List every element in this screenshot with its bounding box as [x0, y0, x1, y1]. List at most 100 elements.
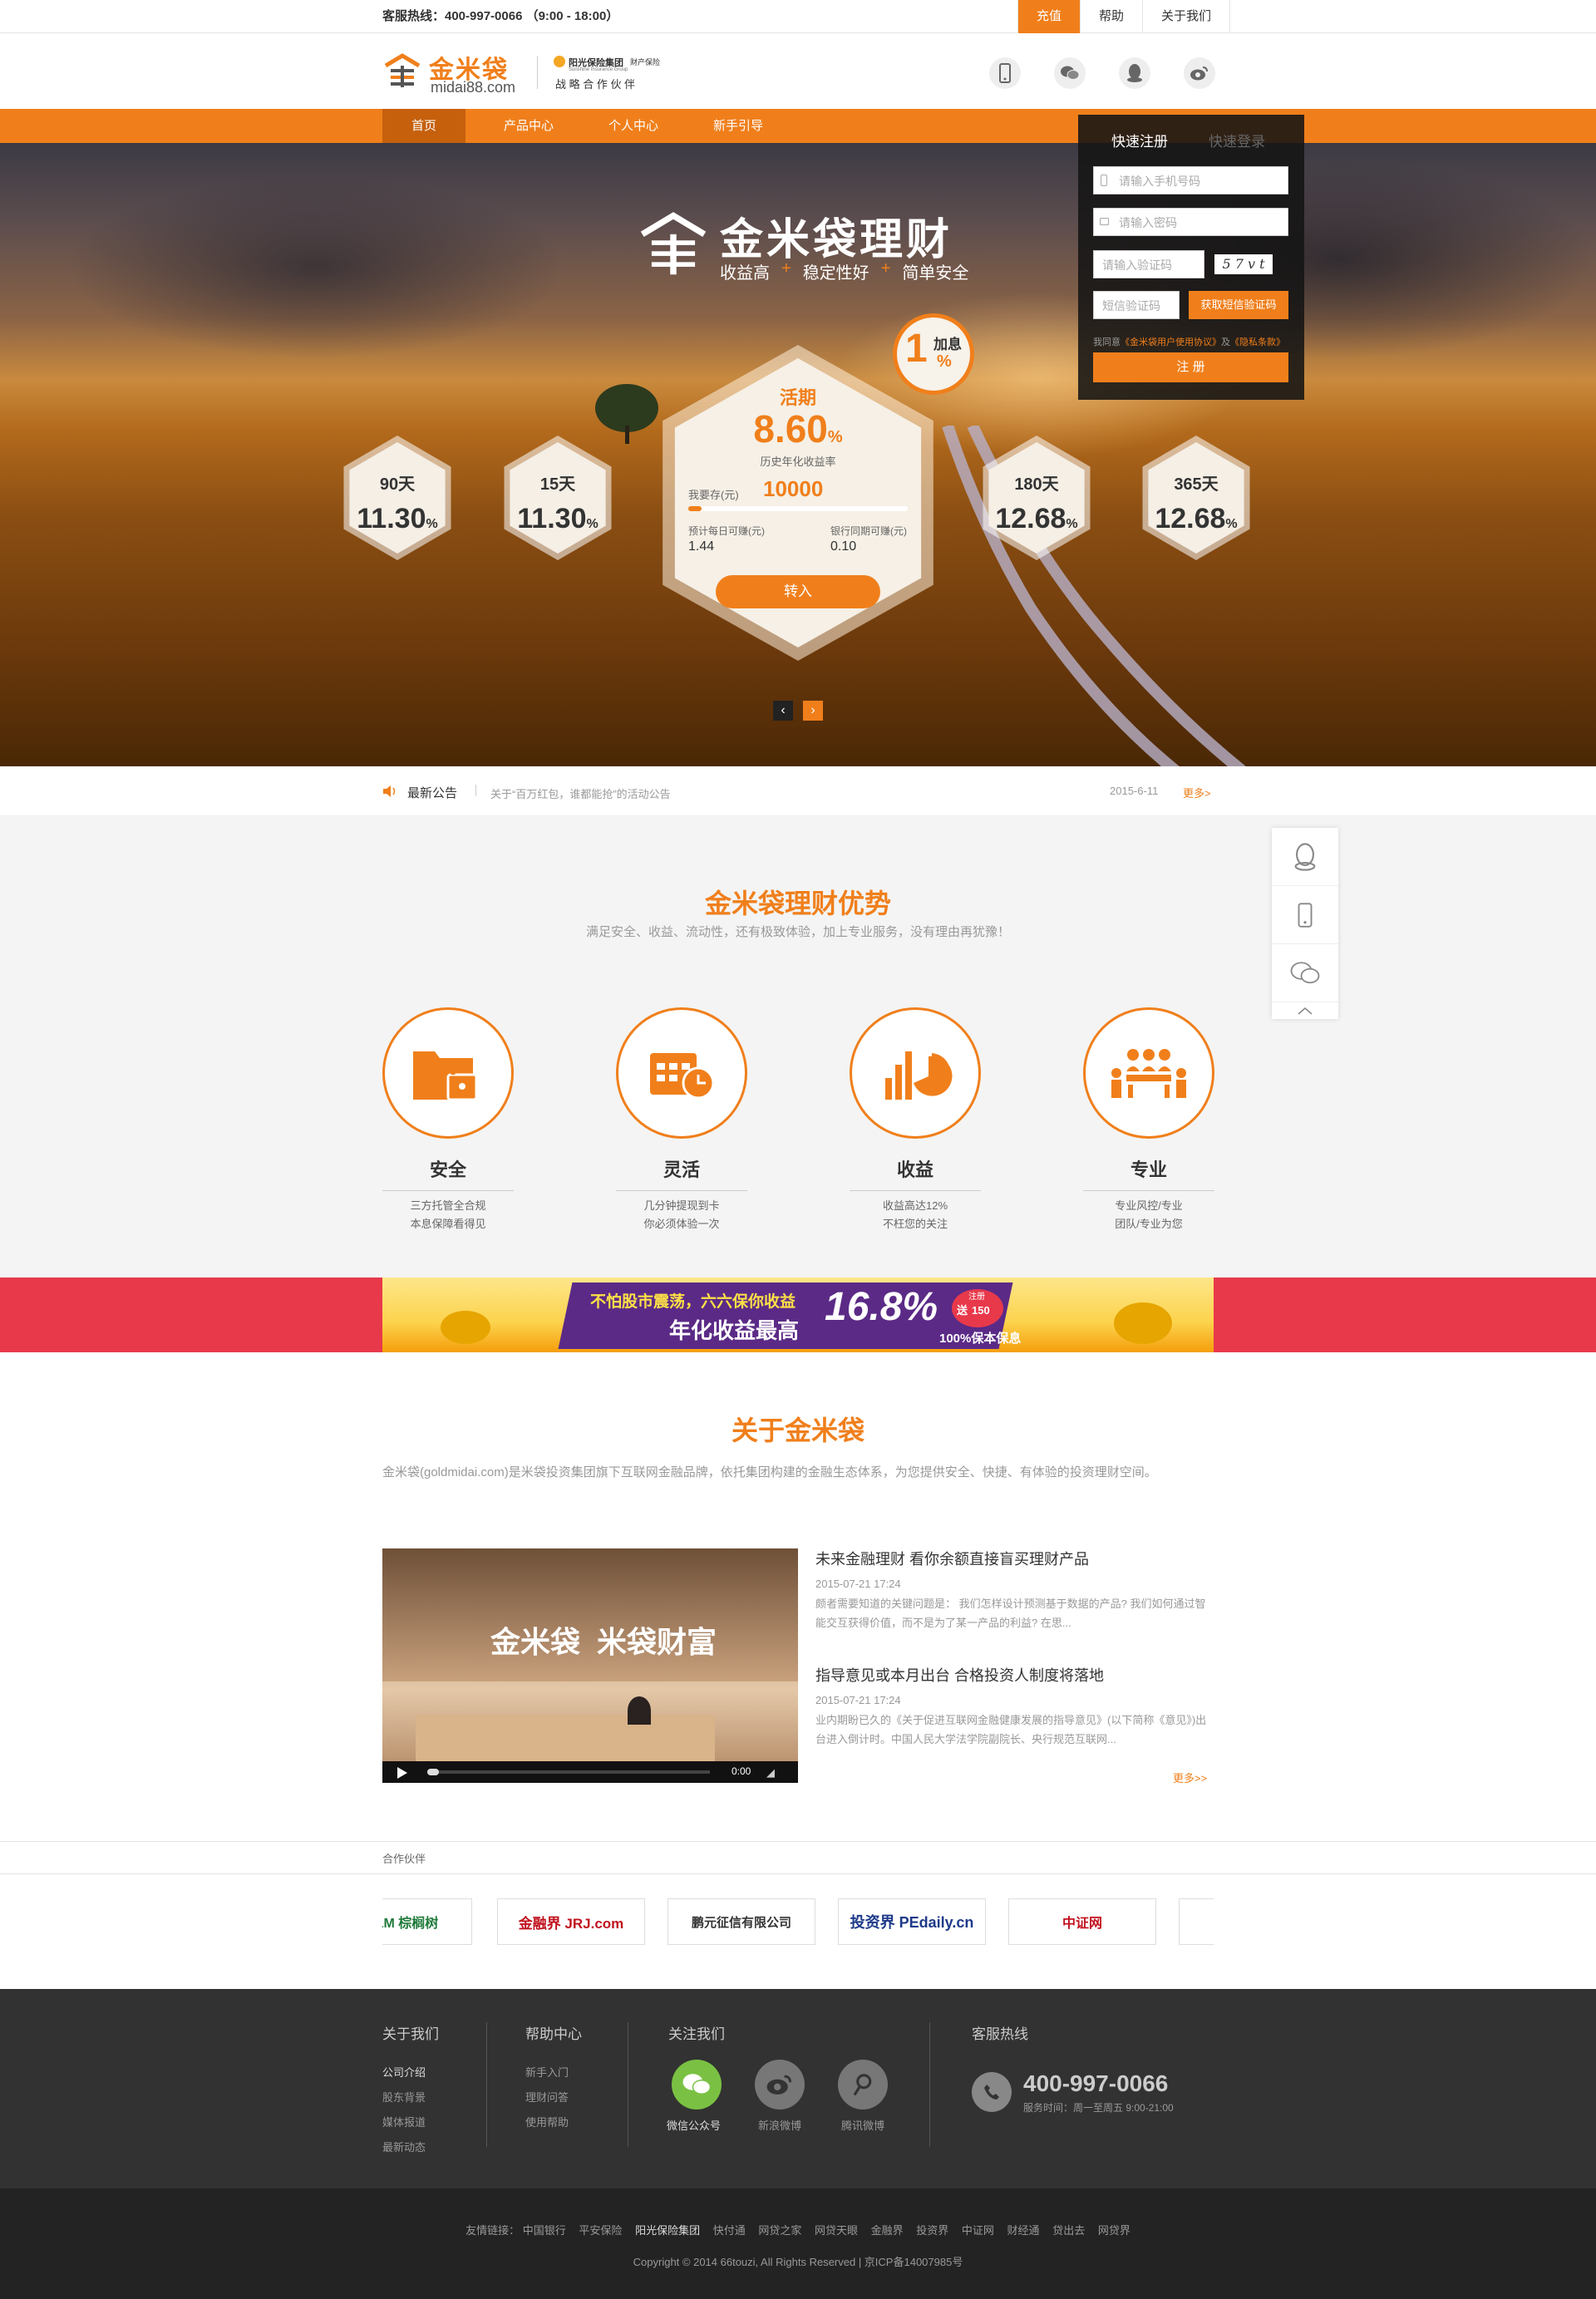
notice-more-link[interactable]: 更多>: [1183, 785, 1211, 800]
friend-link[interactable]: 投资界: [916, 2224, 948, 2237]
product-card-90[interactable]: 90天 11.30%: [343, 436, 451, 560]
friend-link[interactable]: 金融界: [871, 2224, 904, 2237]
nav-guide[interactable]: 新手引导: [697, 109, 780, 143]
main-nav: 首页 产品中心 个人中心 新手引导: [0, 109, 1596, 143]
deposit-slider[interactable]: [688, 506, 908, 511]
register-submit-button[interactable]: 注 册: [1093, 352, 1288, 382]
privacy-link[interactable]: 《隐私条款》: [1230, 337, 1285, 347]
advantage-desc: 收益高达12% 不枉您的关注: [882, 1199, 948, 1230]
news-title[interactable]: 未来金融理财 看你余额直接盲买理财产品: [815, 1548, 1089, 1569]
qq-icon[interactable]: [1119, 57, 1150, 89]
hotline-text: 客服热线：400-997-0066 （9:00 - 18:00）: [382, 9, 619, 23]
top-link-recharge[interactable]: 充值: [1017, 0, 1081, 33]
wechat-icon[interactable]: [672, 2060, 722, 2109]
nav-home[interactable]: 首页: [382, 109, 466, 143]
about-video-player[interactable]: 金米袋 米袋财富 0:00 ◢: [382, 1548, 798, 1783]
product-rate: 11.30%: [357, 503, 438, 534]
footer-follow-title: 关注我们: [668, 2026, 725, 2042]
footer: 关于我们 公司介绍 股东背景 媒体报道 最新动态 帮助中心 新手入门 理财问答 …: [0, 1989, 1596, 2188]
footer-link[interactable]: 使用帮助: [525, 2114, 569, 2129]
advantage-return-circle: [850, 1007, 981, 1139]
side-qq-button[interactable]: [1272, 828, 1338, 886]
play-icon[interactable]: [397, 1767, 407, 1779]
tencent-weibo-icon[interactable]: [838, 2060, 888, 2109]
top-link-about[interactable]: 关于我们: [1142, 0, 1231, 33]
news-title[interactable]: 指导意见或本月出台 合格投资人制度将落地: [815, 1664, 1104, 1686]
person-figure: [628, 1696, 651, 1725]
bank-label: 银行同期可赚(元): [830, 525, 907, 537]
side-wechat-button[interactable]: [1272, 944, 1338, 1002]
mobile-icon[interactable]: [989, 57, 1021, 89]
video-overlay-text: 金米袋 米袋财富: [490, 1625, 717, 1659]
partner-logo-partial[interactable]: [1179, 1898, 1214, 1945]
video-progress-bar[interactable]: [427, 1769, 710, 1775]
footer-link[interactable]: 股东背景: [382, 2089, 426, 2105]
side-mobile-button[interactable]: [1272, 886, 1338, 944]
captcha-image[interactable]: 5 7 v t: [1214, 254, 1273, 274]
weibo-icon[interactable]: [755, 2060, 805, 2109]
friend-link[interactable]: 网贷之家: [758, 2224, 801, 2237]
footer-link[interactable]: 理财问答: [525, 2089, 569, 2105]
weibo-icon[interactable]: [1184, 57, 1215, 89]
current-rate-label: 历史年化收益率: [760, 455, 836, 468]
partner-slogan: 战 略 合 作 伙 伴: [555, 78, 636, 91]
user-agreement-link[interactable]: 《金米袋用户使用协议》: [1121, 337, 1221, 347]
advantage-pro-circle: [1083, 1007, 1214, 1139]
partner-logo-pengyuan[interactable]: 鹏元征信有限公司: [667, 1898, 815, 1945]
partner-logo-palm[interactable]: PALM 棕榈树: [382, 1898, 472, 1945]
site-logo[interactable]: 金米袋 midai88.com: [382, 49, 549, 96]
advantages-title: 金米袋理财优势: [704, 889, 891, 918]
friend-link[interactable]: 网贷天眼: [815, 2224, 858, 2237]
news-more-link[interactable]: 更多>>: [1173, 1770, 1207, 1785]
password-input[interactable]: 请输入密码: [1093, 208, 1288, 236]
footer-hours: 服务时间：周一至周五 9:00-21:00: [1023, 2102, 1174, 2114]
partner-logo-cs[interactable]: 中证网: [1008, 1898, 1156, 1945]
get-sms-code-button[interactable]: 获取短信验证码: [1189, 291, 1288, 319]
bank-value: 0.10: [830, 539, 857, 554]
friend-link[interactable]: 平安保险: [579, 2224, 622, 2237]
footer-link[interactable]: 媒体报道: [382, 2114, 426, 2129]
sms-code-input[interactable]: 短信验证码: [1093, 291, 1180, 319]
volume-icon[interactable]: ◢: [766, 1766, 775, 1780]
friend-link[interactable]: 网贷界: [1098, 2224, 1130, 2237]
partners-section: 合作伙伴 PALM 棕榈树 金融界 JRJ.com 鹏元征信有限公司 投资界 P…: [0, 1841, 1596, 1989]
top-link-help[interactable]: 帮助: [1080, 0, 1142, 33]
advantage-safe-circle: [382, 1007, 514, 1139]
bonus-unit: %: [937, 352, 952, 371]
footer-link[interactable]: 公司介绍: [382, 2064, 426, 2080]
friend-link[interactable]: 快付通: [713, 2224, 746, 2237]
footer-link[interactable]: 新手入门: [525, 2064, 569, 2080]
friend-link[interactable]: 中国银行: [523, 2224, 566, 2237]
carousel-prev-button[interactable]: ‹: [773, 701, 793, 721]
deposit-amount-input[interactable]: 10000: [763, 476, 823, 502]
header: 金米袋 midai88.com 阳光保险集团 财产保险 Sunshine Ins…: [0, 34, 1596, 109]
partner-logo-pedaily[interactable]: 投资界 PEdaily.cn: [838, 1898, 986, 1945]
advantage-desc: 三方托管全合规 本息保障看得见: [410, 1199, 486, 1230]
friend-link[interactable]: 财经通: [1007, 2224, 1040, 2237]
weibo-label: 新浪微博: [758, 2119, 802, 2132]
nav-personal[interactable]: 个人中心: [592, 109, 675, 143]
hero-tag: 简单安全: [902, 264, 969, 283]
wechat-icon[interactable]: [1054, 57, 1086, 89]
notice-text[interactable]: 关于“百万红包，谁都能抢”的活动公告: [490, 785, 671, 801]
tag-separator: +: [880, 259, 891, 278]
video-time: 0:00: [732, 1765, 751, 1777]
nav-products[interactable]: 产品中心: [487, 109, 570, 143]
captcha-input[interactable]: 请输入验证码: [1093, 250, 1204, 278]
transfer-in-button[interactable]: 转入: [716, 575, 880, 608]
promo-banner[interactable]: 不怕股市震荡，六六保你收益 年化收益最高 16.8% 100%保本保息 注册 送…: [0, 1277, 1596, 1352]
news-summary: 颇者需要知道的关键问题是： 我们怎样设计预测基于数据的产品? 我们如何通过智能交…: [815, 1597, 1206, 1629]
mobile-icon: [1298, 902, 1313, 928]
footer-link[interactable]: 最新动态: [382, 2139, 426, 2154]
back-to-top-button[interactable]: [1272, 1002, 1338, 1019]
tab-register[interactable]: 快速注册: [1111, 130, 1168, 150]
partner-logo-jrj[interactable]: 金融界 JRJ.com: [497, 1898, 645, 1945]
phone-input[interactable]: 请输入手机号码: [1093, 166, 1288, 194]
friend-link[interactable]: 中证网: [962, 2224, 994, 2237]
tab-login[interactable]: 快速登录: [1209, 130, 1265, 150]
tencent-weibo-label: 腾讯微博: [841, 2119, 885, 2132]
friend-link[interactable]: 阳光保险集团: [635, 2224, 700, 2237]
friend-link[interactable]: 贷出去: [1052, 2224, 1085, 2237]
product-card-15[interactable]: 15天 11.30%: [504, 436, 612, 560]
carousel-next-button[interactable]: ›: [803, 701, 823, 721]
